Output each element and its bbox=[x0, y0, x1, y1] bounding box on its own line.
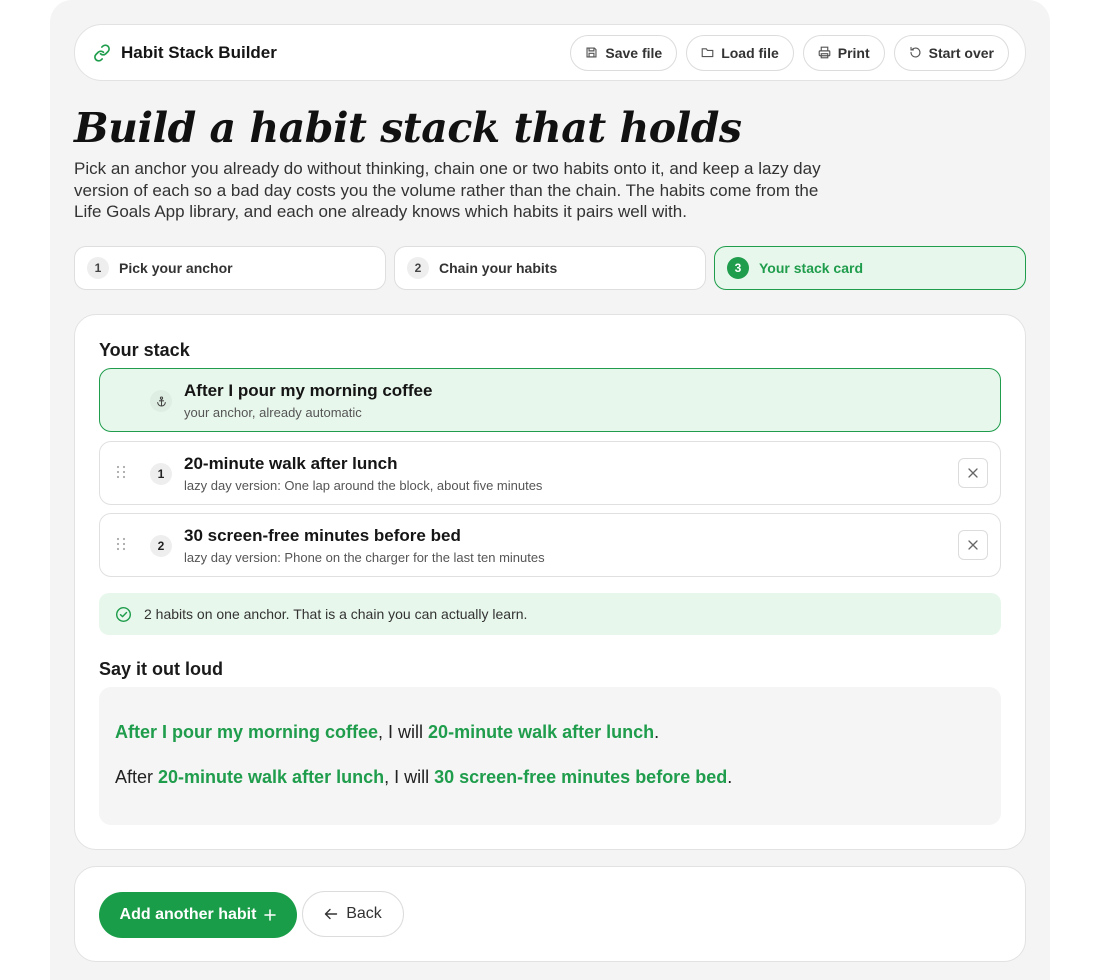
print-label: Print bbox=[837, 44, 870, 61]
stack-status-notice: 2 habits on one anchor. That is a chain … bbox=[99, 593, 1001, 635]
drag-handle-icon[interactable] bbox=[116, 465, 126, 479]
script-habit: 30 screen-free minutes before bed bbox=[434, 767, 728, 787]
reset-icon bbox=[910, 46, 921, 58]
folder-icon bbox=[701, 48, 714, 58]
print-button[interactable]: Print bbox=[802, 34, 885, 71]
app-header: Habit Stack Builder Save file Load file … bbox=[74, 24, 1026, 81]
stack-script-box: After I pour my morning coffee, I will 2… bbox=[99, 687, 1001, 825]
start-over-label: Start over bbox=[928, 44, 994, 61]
habit-number: 1 bbox=[150, 463, 172, 485]
script-suffix: . bbox=[727, 767, 733, 787]
load-file-label: Load file bbox=[721, 44, 779, 61]
habit-item[interactable]: 2 30 screen-free minutes before bed lazy… bbox=[99, 513, 1001, 577]
page-title: Build a habit stack that holds bbox=[74, 104, 742, 152]
page-description: Pick an anchor you already do without th… bbox=[74, 159, 821, 221]
drag-handle-icon[interactable] bbox=[116, 537, 126, 551]
arrow-left-icon bbox=[325, 908, 338, 920]
habit-lazy-version: lazy day version: Phone on the charger f… bbox=[184, 550, 545, 565]
script-line: After I pour my morning coffee, I will 2… bbox=[115, 722, 659, 743]
save-file-label: Save file bbox=[605, 44, 663, 61]
script-middle: , I will bbox=[384, 767, 435, 787]
notice-text: 2 habits on one anchor. That is a chain … bbox=[144, 606, 528, 622]
close-icon bbox=[968, 540, 978, 550]
load-file-button[interactable]: Load file bbox=[686, 34, 794, 71]
save-file-button[interactable]: Save file bbox=[570, 34, 678, 71]
habit-title: 30 screen-free minutes before bed bbox=[184, 526, 461, 545]
step-label: Pick your anchor bbox=[119, 260, 233, 276]
add-habit-button[interactable]: Add another habit bbox=[99, 892, 297, 938]
step-number: 2 bbox=[407, 257, 429, 279]
anchor-icon bbox=[150, 390, 172, 412]
back-label: Back bbox=[346, 905, 382, 922]
script-middle: , I will bbox=[378, 722, 429, 742]
remove-habit-button[interactable] bbox=[958, 530, 988, 560]
app-page: Habit Stack Builder Save file Load file … bbox=[50, 0, 1050, 980]
save-icon bbox=[586, 47, 597, 58]
habit-lazy-version: lazy day version: One lap around the blo… bbox=[184, 478, 543, 493]
add-habit-label: Add another habit bbox=[119, 906, 257, 923]
anchor-item: After I pour my morning coffee your anch… bbox=[99, 368, 1001, 432]
script-prefix: After bbox=[115, 767, 159, 787]
brand: Habit Stack Builder bbox=[93, 43, 277, 63]
anchor-title: After I pour my morning coffee bbox=[184, 381, 433, 400]
step-label: Your stack card bbox=[759, 260, 864, 276]
anchor-subtitle: your anchor, already automatic bbox=[184, 405, 362, 420]
habit-item[interactable]: 1 20-minute walk after lunch lazy day ve… bbox=[99, 441, 1001, 505]
printer-icon bbox=[818, 46, 831, 59]
say-it-heading: Say it out loud bbox=[99, 659, 223, 679]
your-stack-heading: Your stack bbox=[99, 340, 190, 360]
step-pick-anchor[interactable]: 1 Pick your anchor bbox=[74, 246, 386, 290]
link-icon bbox=[93, 43, 111, 62]
step-tabs: 1 Pick your anchor 2 Chain your habits 3… bbox=[74, 246, 1026, 290]
close-icon bbox=[968, 468, 978, 478]
step-chain-habits[interactable]: 2 Chain your habits bbox=[394, 246, 706, 290]
app-title: Habit Stack Builder bbox=[121, 42, 277, 62]
footer-actions: Add another habit Back bbox=[74, 866, 1026, 962]
habit-title: 20-minute walk after lunch bbox=[184, 454, 398, 473]
step-label: Chain your habits bbox=[439, 260, 558, 276]
step-number: 1 bbox=[87, 257, 109, 279]
script-line: After 20-minute walk after lunch, I will… bbox=[115, 767, 732, 788]
check-circle-icon bbox=[115, 606, 132, 622]
header-actions: Save file Load file Print Start over bbox=[570, 34, 1009, 71]
script-suffix: . bbox=[654, 722, 660, 742]
remove-habit-button[interactable] bbox=[958, 458, 988, 488]
back-button[interactable]: Back bbox=[302, 891, 404, 937]
script-cue: After I pour my morning coffee bbox=[115, 722, 379, 742]
script-cue: 20-minute walk after lunch bbox=[158, 767, 385, 787]
stack-card: Your stack After I pour my morning coffe… bbox=[74, 314, 1026, 850]
step-number: 3 bbox=[727, 257, 749, 279]
habit-number: 2 bbox=[150, 535, 172, 557]
start-over-button[interactable]: Start over bbox=[893, 34, 1009, 71]
plus-icon bbox=[264, 909, 277, 921]
script-habit: 20-minute walk after lunch bbox=[428, 722, 655, 742]
step-stack-card[interactable]: 3 Your stack card bbox=[714, 246, 1026, 290]
